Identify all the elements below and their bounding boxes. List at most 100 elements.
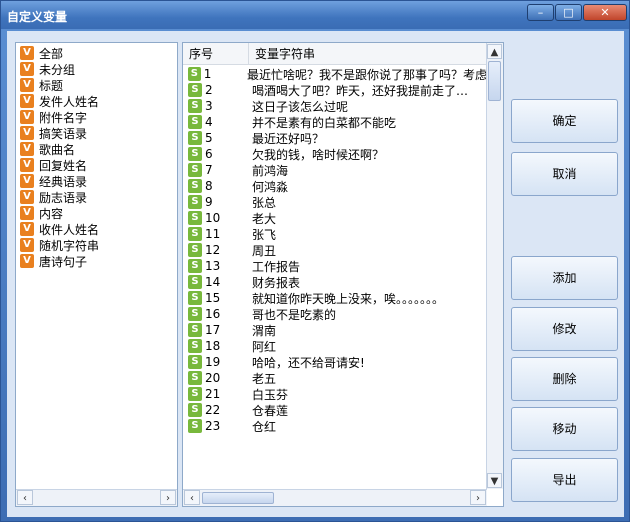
table-row[interactable]: S 9 张总 bbox=[183, 194, 487, 210]
scroll-up-arrow-icon[interactable]: ▲ bbox=[487, 44, 502, 59]
variable-group-icon: V bbox=[20, 142, 34, 156]
table-row[interactable]: S 1 最近忙啥呢？我不是跟你说了那事了吗？考虑 bbox=[183, 66, 487, 82]
row-string: 工作报告 bbox=[252, 259, 301, 274]
table-row[interactable]: S 8 何鸿淼 bbox=[183, 178, 487, 194]
table-row[interactable]: S 17 渭南 bbox=[183, 322, 487, 338]
dialog-window: 自定义变量 – □ ✕ V 全部 V 未分组 V 标题 V 发件人姓名 V 附件名字 V 搞笑语录 V 歌… bbox=[0, 0, 630, 522]
row-string: 欠我的钱，啥时候还啊？ bbox=[252, 147, 385, 162]
table-row[interactable]: S 5 最近还好吗？ bbox=[183, 130, 487, 146]
ok-button[interactable]: 确定 bbox=[511, 99, 618, 143]
group-list-item[interactable]: V 随机字符串 bbox=[16, 237, 177, 253]
row-index: 19 bbox=[205, 355, 221, 369]
group-list-item[interactable]: V 经典语录 bbox=[16, 173, 177, 189]
group-list-item[interactable]: V 发件人姓名 bbox=[16, 93, 177, 109]
string-variable-icon: S bbox=[188, 291, 202, 305]
table-row[interactable]: S 13 工作报告 bbox=[183, 258, 487, 274]
table-row[interactable]: S 14 财务报表 bbox=[183, 274, 487, 290]
group-list-item[interactable]: V 收件人姓名 bbox=[16, 221, 177, 237]
group-list[interactable]: V 全部 V 未分组 V 标题 V 发件人姓名 V 附件名字 V 搞笑语录 V 歌曲名 V 回复姓名 V 经典语录… bbox=[15, 42, 178, 507]
table-row[interactable]: S 23 仓红 bbox=[183, 418, 487, 434]
variable-group-icon: V bbox=[20, 158, 34, 172]
variable-table[interactable]: 序号 变量字符串 S 1 最近忙啥呢？我不是跟你说了那事了吗？考虑 S 2 喝酒喝大了吧？… bbox=[182, 42, 504, 507]
table-row[interactable]: S 3 这日子该怎么过呢 bbox=[183, 98, 487, 114]
scroll-down-arrow-icon[interactable]: ▼ bbox=[487, 473, 502, 488]
close-button[interactable]: ✕ bbox=[583, 4, 627, 21]
row-string: 仓红 bbox=[252, 419, 277, 434]
window-title: 自定义变量 bbox=[7, 10, 68, 24]
delete-button[interactable]: 删除 bbox=[511, 357, 618, 401]
table-row[interactable]: S 10 老大 bbox=[183, 210, 487, 226]
row-index: 8 bbox=[205, 179, 213, 193]
group-list-item-label: 经典语录 bbox=[39, 174, 88, 189]
add-button[interactable]: 添加 bbox=[511, 256, 618, 300]
row-index: 5 bbox=[205, 131, 213, 145]
group-list-item-label: 未分组 bbox=[39, 62, 76, 77]
row-string: 财务报表 bbox=[252, 275, 301, 290]
export-button[interactable]: 导出 bbox=[511, 458, 618, 502]
scroll-left-arrow-icon[interactable]: ‹ bbox=[184, 490, 200, 505]
row-string: 喝酒喝大了吧？昨天，还好我提前走了… bbox=[252, 83, 469, 98]
group-list-item[interactable]: V 附件名字 bbox=[16, 109, 177, 125]
group-list-item[interactable]: V 内容 bbox=[16, 205, 177, 221]
group-list-item[interactable]: V 全部 bbox=[16, 45, 177, 61]
group-list-item[interactable]: V 回复姓名 bbox=[16, 157, 177, 173]
scroll-right-arrow-icon[interactable]: › bbox=[160, 490, 176, 505]
table-row[interactable]: S 19 哈哈，还不给哥请安! bbox=[183, 354, 487, 370]
string-variable-icon: S bbox=[188, 371, 202, 385]
title-bar[interactable]: 自定义变量 – □ ✕ bbox=[1, 1, 629, 29]
scroll-left-arrow-icon[interactable]: ‹ bbox=[17, 490, 33, 505]
table-vscrollbar[interactable]: ▲ ▼ bbox=[486, 43, 503, 489]
group-list-item-label: 附件名字 bbox=[39, 110, 88, 125]
table-row[interactable]: S 11 张飞 bbox=[183, 226, 487, 242]
minimize-button[interactable]: – bbox=[527, 4, 554, 21]
table-row[interactable]: S 22 仓春莲 bbox=[183, 402, 487, 418]
move-button[interactable]: 移动 bbox=[511, 407, 618, 451]
string-variable-icon: S bbox=[188, 147, 202, 161]
string-variable-icon: S bbox=[188, 403, 202, 417]
group-list-item-label: 唐诗句子 bbox=[39, 254, 88, 269]
scroll-thumb[interactable] bbox=[488, 61, 501, 101]
column-header-index[interactable]: 序号 bbox=[183, 43, 249, 65]
string-variable-icon: S bbox=[188, 275, 202, 289]
string-variable-icon: S bbox=[188, 307, 202, 321]
edit-button[interactable]: 修改 bbox=[511, 307, 618, 351]
row-index: 20 bbox=[205, 371, 221, 385]
scroll-right-arrow-icon[interactable]: › bbox=[470, 490, 486, 505]
row-string: 并不是素有的白菜都不能吃 bbox=[252, 115, 397, 130]
string-variable-icon: S bbox=[188, 243, 202, 257]
row-string: 张飞 bbox=[252, 227, 277, 242]
table-row[interactable]: S 4 并不是素有的白菜都不能吃 bbox=[183, 114, 487, 130]
group-list-item[interactable]: V 标题 bbox=[16, 77, 177, 93]
group-list-item[interactable]: V 励志语录 bbox=[16, 189, 177, 205]
scroll-thumb[interactable] bbox=[202, 492, 274, 504]
table-row[interactable]: S 12 周丑 bbox=[183, 242, 487, 258]
group-list-hscrollbar[interactable]: ‹ › bbox=[16, 489, 177, 506]
table-row[interactable]: S 6 欠我的钱，啥时候还啊？ bbox=[183, 146, 487, 162]
table-row[interactable]: S 18 阿红 bbox=[183, 338, 487, 354]
string-variable-icon: S bbox=[188, 115, 202, 129]
row-string: 最近还好吗？ bbox=[252, 131, 325, 146]
table-row[interactable]: S 20 老五 bbox=[183, 370, 487, 386]
variable-group-icon: V bbox=[20, 62, 34, 76]
row-index: 6 bbox=[205, 147, 213, 161]
table-row[interactable]: S 2 喝酒喝大了吧？昨天，还好我提前走了… bbox=[183, 82, 487, 98]
row-index: 7 bbox=[205, 163, 213, 177]
group-list-item[interactable]: V 歌曲名 bbox=[16, 141, 177, 157]
table-row[interactable]: S 16 哥也不是吃素的 bbox=[183, 306, 487, 322]
row-index: 1 bbox=[203, 67, 212, 81]
group-list-item[interactable]: V 未分组 bbox=[16, 61, 177, 77]
group-list-item[interactable]: V 唐诗句子 bbox=[16, 253, 177, 269]
table-row[interactable]: S 15 就知道你昨天晚上没来，唉。。。。。。。 bbox=[183, 290, 487, 306]
table-row[interactable]: S 7 前鸿海 bbox=[183, 162, 487, 178]
row-string: 这日子该怎么过呢 bbox=[252, 99, 349, 114]
row-index: 2 bbox=[205, 83, 213, 97]
table-row[interactable]: S 21 白玉芬 bbox=[183, 386, 487, 402]
cancel-button[interactable]: 取消 bbox=[511, 152, 618, 196]
row-index: 9 bbox=[205, 195, 213, 209]
maximize-button[interactable]: □ bbox=[555, 4, 582, 21]
column-header-string[interactable]: 变量字符串 bbox=[249, 43, 487, 65]
group-list-item[interactable]: V 搞笑语录 bbox=[16, 125, 177, 141]
table-hscrollbar[interactable]: ‹ › bbox=[183, 489, 487, 506]
variable-group-icon: V bbox=[20, 94, 34, 108]
row-index: 22 bbox=[205, 403, 221, 417]
